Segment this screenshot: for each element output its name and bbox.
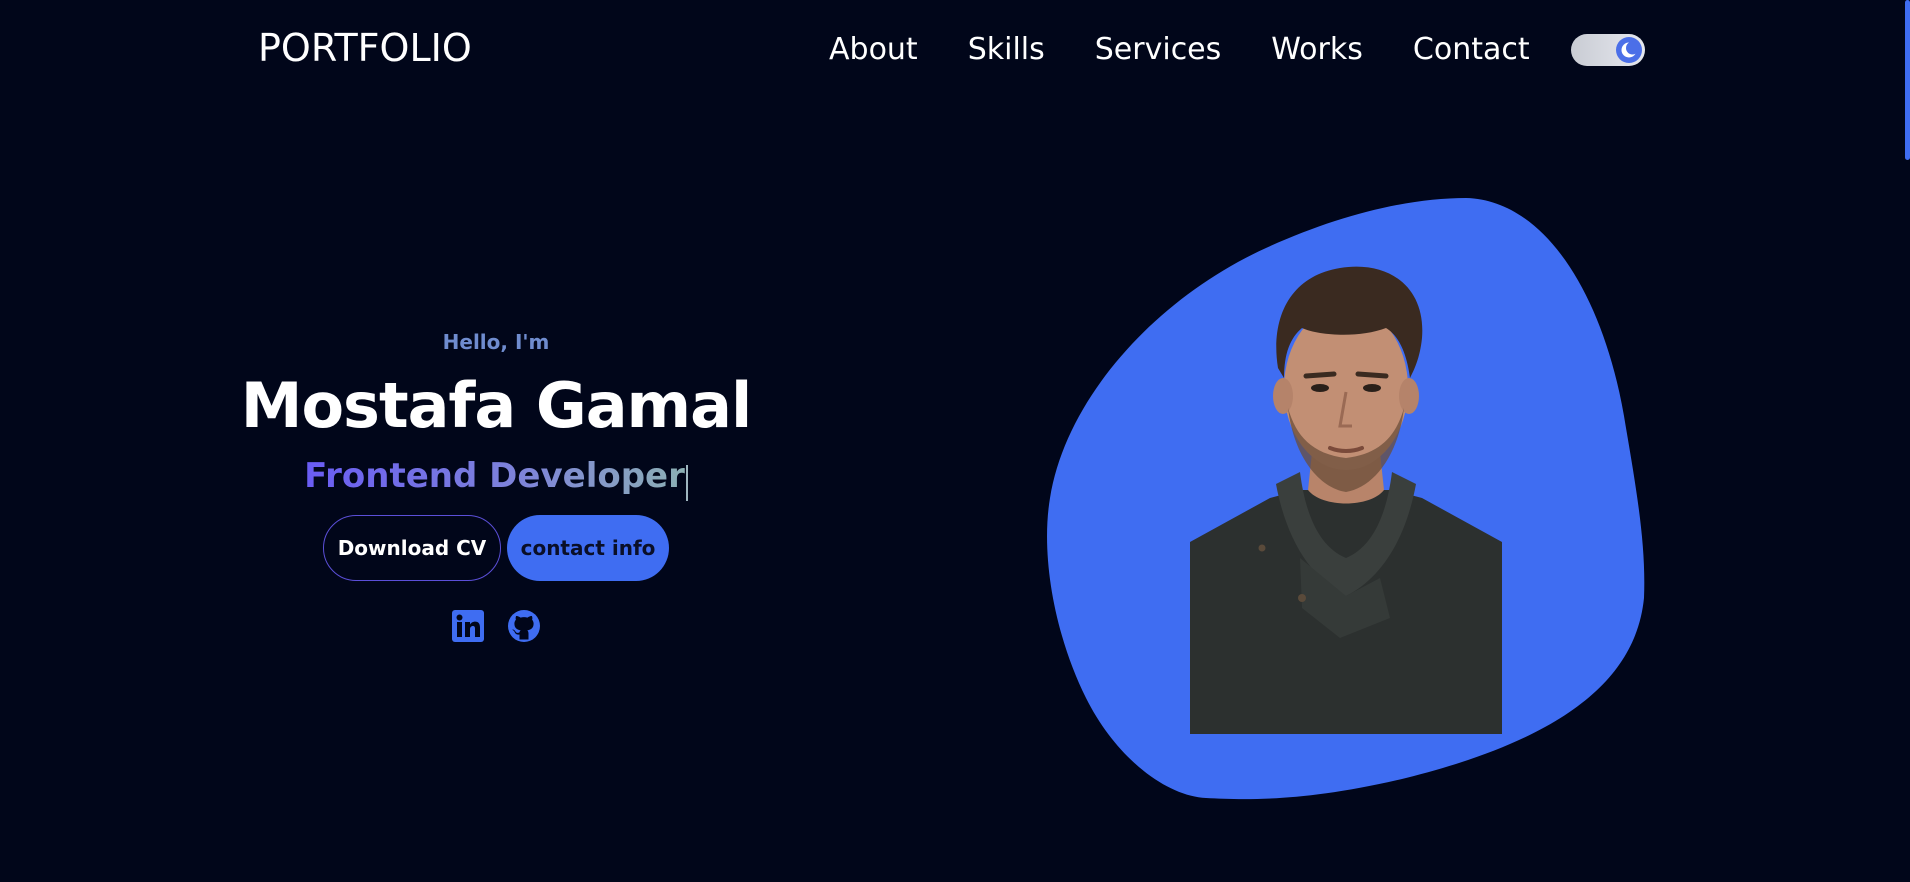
nav-link-skills[interactable]: Skills (968, 30, 1045, 70)
theme-toggle[interactable] (1571, 34, 1645, 66)
portfolio-page: PORTFOLIO About Skills Services Works Co… (0, 0, 1910, 882)
hero-intro: Hello, I'm Mostafa Gamal Frontend Develo… (240, 318, 752, 643)
moon-icon (1621, 41, 1639, 58)
hero-role-line: Frontend Developer (240, 442, 752, 501)
nav-link-works[interactable]: Works (1271, 30, 1363, 70)
hero-role: Frontend Developer (304, 452, 685, 500)
typing-cursor (685, 464, 688, 501)
nav-link-about[interactable]: About (829, 30, 918, 70)
hero-buttons: Download CV contact info (240, 514, 752, 581)
hero-greeting: Hello, I'm (442, 330, 550, 354)
contact-info-button[interactable]: contact info (507, 514, 669, 581)
scroll-indicator[interactable] (1905, 0, 1910, 160)
github-icon[interactable] (507, 609, 541, 643)
theme-toggle-knob (1616, 37, 1642, 63)
hero-name: Mostafa Gamal (240, 369, 753, 442)
linkedin-icon[interactable] (451, 609, 485, 643)
profile-photo (1190, 266, 1502, 734)
nav-link-contact[interactable]: Contact (1413, 30, 1530, 70)
download-cv-button[interactable]: Download CV (323, 514, 501, 581)
site-logo[interactable]: PORTFOLIO (258, 26, 472, 70)
nav-link-services[interactable]: Services (1095, 30, 1222, 70)
social-links (240, 609, 752, 643)
main-nav: About Skills Services Works Contact (829, 30, 1530, 70)
